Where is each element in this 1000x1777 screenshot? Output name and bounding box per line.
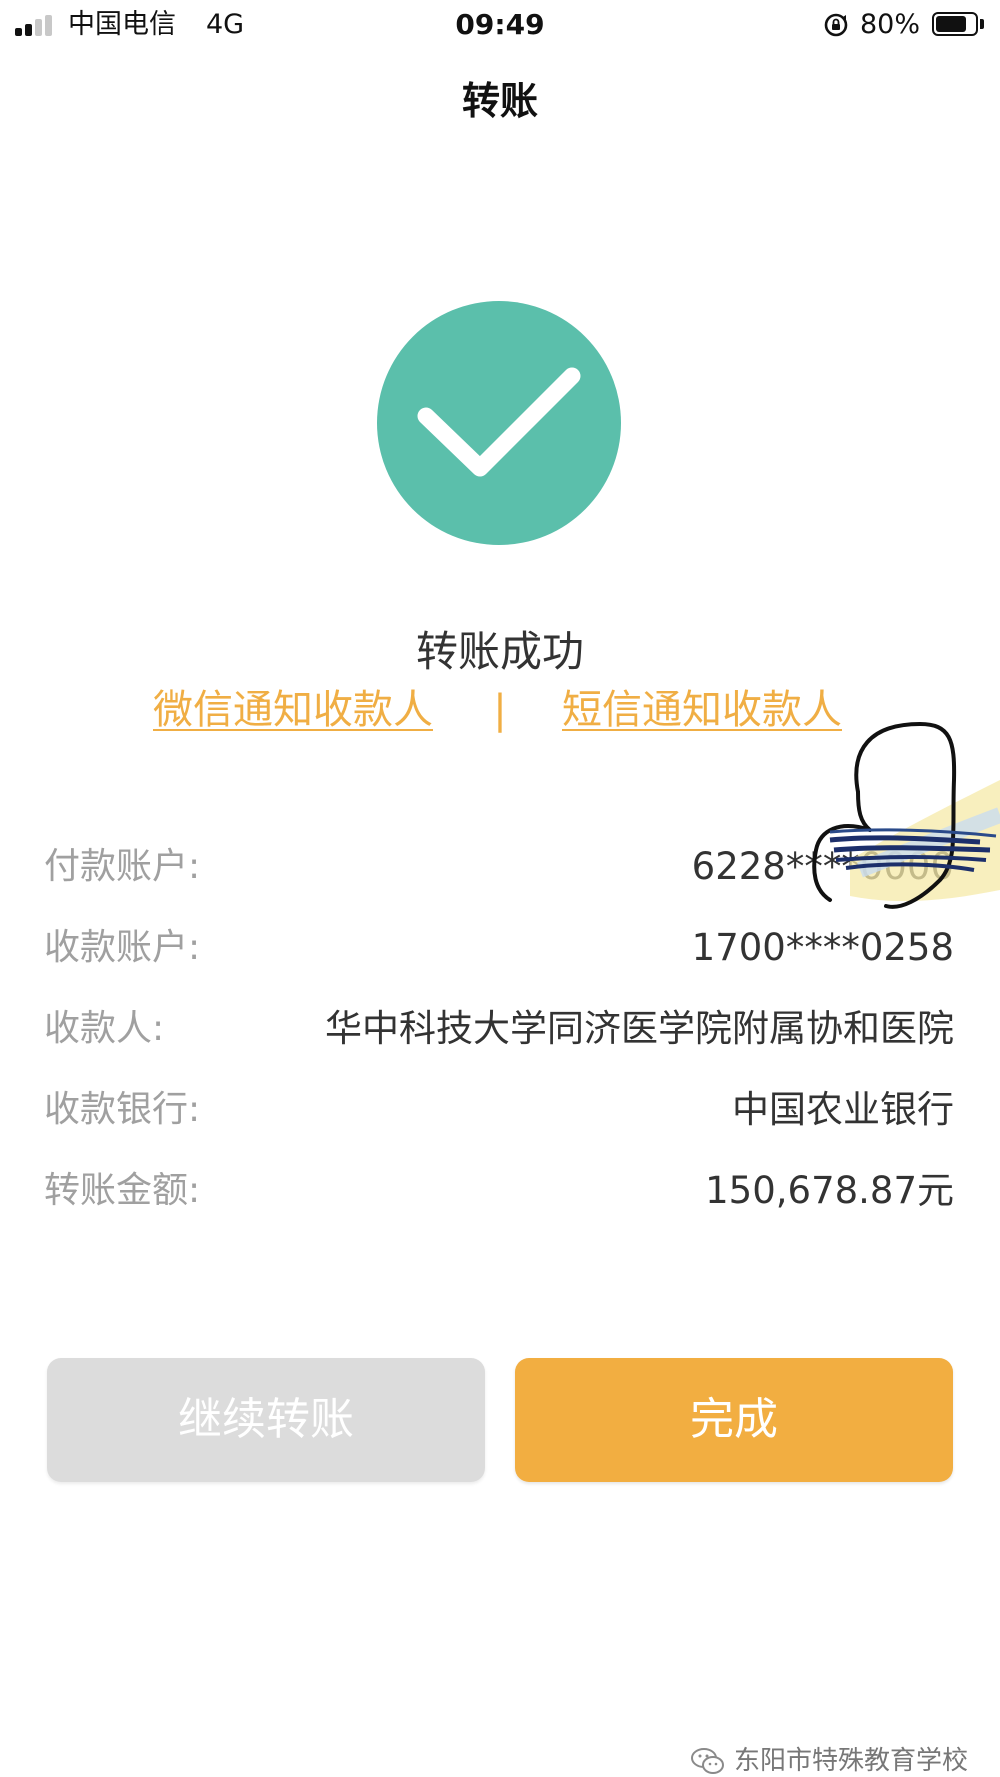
carrier-name: 中国电信 xyxy=(68,9,176,40)
signal-bar xyxy=(25,23,32,36)
signal-bar xyxy=(45,14,52,36)
wechat-notify-link[interactable]: 微信通知收款人 xyxy=(153,680,433,740)
transfer-details: 付款账户: 6228****0000 收款账户: 1700****0258 收款… xyxy=(0,832,1000,1237)
done-button[interactable]: 完成 xyxy=(515,1358,953,1482)
detail-row-payee-account: 收款账户: 1700****0258 xyxy=(0,913,1000,994)
detail-label: 收款账户: xyxy=(44,927,201,968)
notify-row: 微信通知收款人 | 短信通知收款人 xyxy=(0,680,1000,740)
detail-row-payer-account: 付款账户: 6228****0000 xyxy=(0,832,1000,913)
detail-value: 中国农业银行 xyxy=(732,1088,954,1131)
network-type: 4G xyxy=(206,9,245,40)
battery-percent: 80% xyxy=(860,9,921,40)
detail-value: 华中科技大学同济医学院附属协和医院 xyxy=(325,1007,954,1050)
watermark-text: 东阳市特殊教育学校 xyxy=(734,1746,969,1776)
continue-transfer-button[interactable]: 继续转账 xyxy=(47,1358,485,1482)
signal-strength-icon xyxy=(15,14,59,36)
detail-value: 1700****0258 xyxy=(691,926,954,969)
detail-value: 6228****0000 xyxy=(691,845,954,888)
sms-notify-link[interactable]: 短信通知收款人 xyxy=(562,680,842,740)
status-time: 09:49 xyxy=(455,8,545,41)
detail-row-payee-bank: 收款银行: 中国农业银行 xyxy=(0,1075,1000,1156)
detail-label: 收款银行: xyxy=(44,1089,201,1130)
battery-icon xyxy=(932,12,978,36)
result-title: 转账成功 xyxy=(415,627,584,676)
battery-terminal xyxy=(980,19,984,29)
detail-label: 转账金额: xyxy=(44,1170,201,1211)
check-circle-icon xyxy=(377,301,621,545)
status-bar: 中国电信 4G 09:49 80% xyxy=(0,0,1000,50)
detail-value: 150,678.87元 xyxy=(705,1169,954,1212)
detail-row-payee-name: 收款人: 华中科技大学同济医学院附属协和医院 xyxy=(0,994,1000,1075)
wechat-icon xyxy=(691,1748,724,1774)
signal-bar xyxy=(15,28,22,36)
signal-bar xyxy=(35,19,42,36)
battery-fill xyxy=(936,16,966,32)
notify-separator: | xyxy=(493,687,507,733)
page-title: 转账 xyxy=(461,79,538,123)
detail-row-amount: 转账金额: 150,678.87元 xyxy=(0,1156,1000,1237)
orientation-lock-icon xyxy=(824,13,848,37)
detail-label: 收款人: xyxy=(44,1008,165,1049)
detail-label: 付款账户: xyxy=(44,846,201,887)
